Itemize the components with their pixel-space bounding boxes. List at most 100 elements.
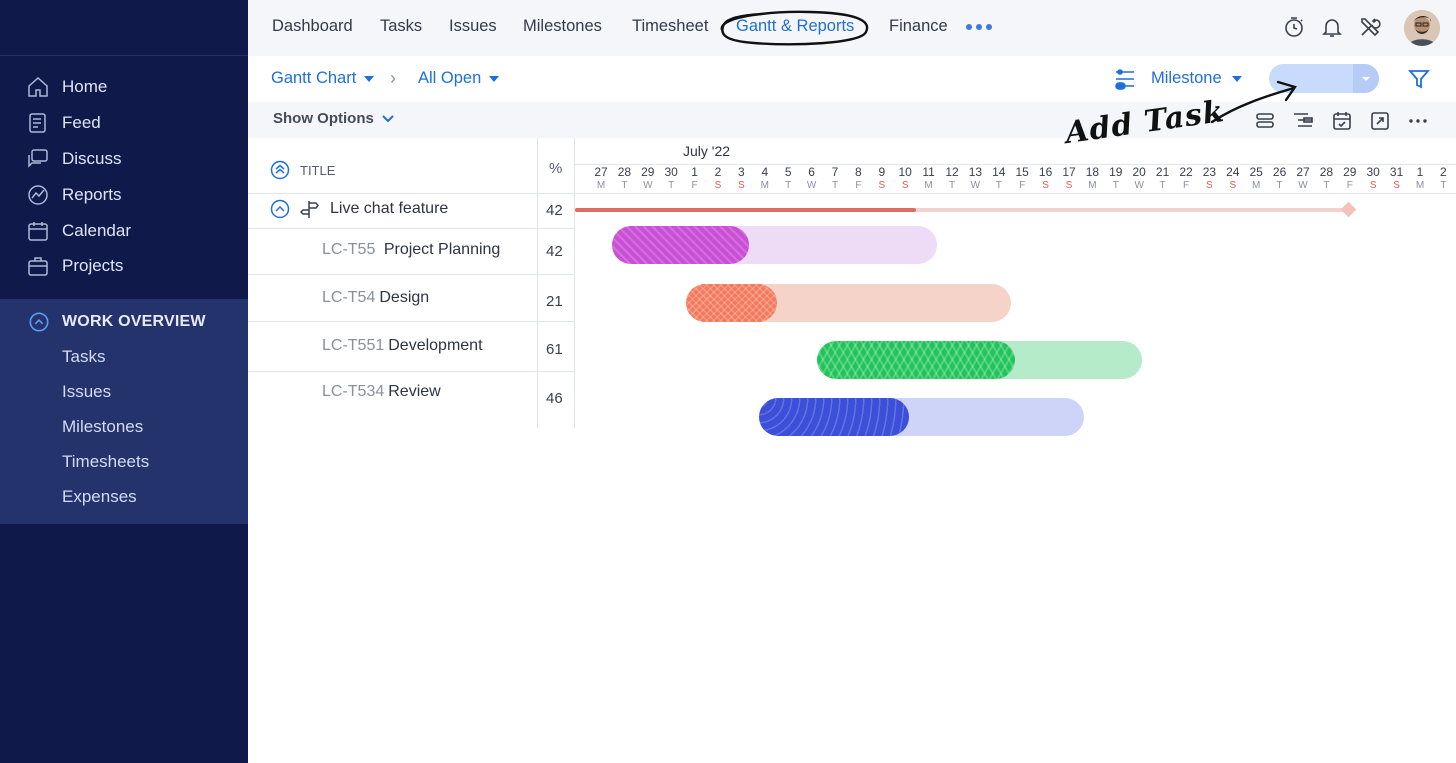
timeline-day-number: 19	[1109, 165, 1123, 179]
filter-icon[interactable]	[1408, 68, 1430, 90]
tools-icon[interactable]	[1358, 15, 1382, 39]
sidebar-item-projects[interactable]: Projects	[26, 254, 123, 278]
gantt-bar-progress	[686, 284, 777, 322]
sidebar-item-reports[interactable]: Reports	[26, 183, 122, 207]
timeline-day-number: 26	[1272, 165, 1287, 179]
timeline-day-number: 21	[1155, 165, 1170, 179]
timeline-weekday: T	[995, 180, 1002, 191]
timeline-weekday: M	[596, 180, 606, 191]
tab-tasks[interactable]: Tasks	[380, 17, 422, 36]
timeline-weekday: S	[1229, 180, 1237, 191]
tab-timesheet[interactable]: Timesheet	[632, 17, 708, 36]
add-task-dropdown[interactable]	[1353, 64, 1379, 93]
timeline-day-number: 28	[617, 165, 632, 179]
timeline-weekday: S	[738, 180, 745, 191]
sidebar-item-label: Discuss	[62, 149, 122, 168]
parent-title: Live chat feature	[330, 200, 449, 217]
timeline-day-number: 1	[1416, 165, 1424, 179]
gantt-bar-project-planning[interactable]	[612, 226, 937, 264]
timeline-day-number: 4	[761, 165, 769, 179]
chevron-down-icon	[1231, 75, 1242, 82]
table-row[interactable]: LC-T55 Project Planning	[322, 241, 500, 259]
tab-issues[interactable]: Issues	[449, 17, 497, 36]
sidebar-item-calendar[interactable]: Calendar	[26, 219, 131, 243]
tab-milestones[interactable]: Milestones	[523, 17, 602, 36]
sidebar-item-label: Reports	[62, 185, 122, 204]
work-item-tasks[interactable]: Tasks	[62, 347, 105, 367]
add-task-button[interactable]	[1269, 64, 1379, 93]
timeline-weekday: M	[760, 180, 769, 191]
timeline-day-number: 30	[664, 165, 678, 179]
task-percent: 46	[546, 390, 563, 407]
view-selector[interactable]: Gantt Chart	[271, 69, 375, 88]
timeline-day-number: 8	[855, 165, 862, 179]
timeline-day-number: 13	[968, 165, 983, 179]
timeline-day-number: 2	[714, 165, 722, 179]
table-row[interactable]: LC-T551 Development	[322, 337, 483, 355]
filter-view-label: All Open	[418, 69, 482, 87]
show-options-button[interactable]: Show Options	[273, 110, 394, 127]
timer-icon[interactable]	[1282, 15, 1306, 39]
more-options-icon[interactable]	[1407, 110, 1429, 132]
sidebar-item-label: Feed	[62, 113, 101, 132]
sidebar-item-feed[interactable]: Feed	[26, 111, 101, 135]
gantt-bar-progress	[612, 226, 749, 264]
top-navigation: Dashboard Tasks Issues Milestones Timesh…	[248, 0, 1456, 56]
timeline-day-number: 18	[1085, 165, 1100, 179]
milestone-toggle-icon[interactable]	[1114, 68, 1136, 90]
task-name: Review	[388, 383, 441, 400]
timeline-day-number: 1	[691, 165, 698, 179]
timeline-day-number: 17	[1062, 165, 1076, 179]
work-item-milestones[interactable]: Milestones	[62, 417, 143, 437]
gantt-bar-development[interactable]	[817, 341, 1142, 379]
timeline-month-label: July '22	[683, 143, 731, 159]
work-item-timesheets[interactable]: Timesheets	[62, 452, 149, 472]
group-by-selector[interactable]: Milestone	[1151, 69, 1242, 88]
timeline-weekday: W	[1298, 180, 1308, 191]
table-row[interactable]: LC-T54 Design	[322, 289, 429, 307]
gantt-bar-progress	[817, 341, 1015, 379]
parent-row[interactable]: Live chat feature	[270, 199, 448, 219]
title-column-header[interactable]: TITLE	[270, 160, 335, 180]
collapse-rows-icon[interactable]	[1254, 110, 1276, 132]
parent-bar-progress	[575, 208, 916, 212]
more-tabs-button[interactable]	[966, 24, 992, 30]
collapse-row-icon[interactable]	[270, 199, 290, 219]
sidebar-item-label: Projects	[62, 256, 124, 275]
milestone-diamond-icon[interactable]	[1340, 201, 1357, 218]
timeline-day-number: 23	[1202, 165, 1217, 179]
sidebar-item-home[interactable]: Home	[26, 75, 107, 99]
timeline-weekday: S	[1369, 180, 1377, 191]
gantt-bar-review[interactable]	[759, 398, 1084, 436]
table-row[interactable]: LC-T534 Review	[322, 383, 441, 401]
tab-finance[interactable]: Finance	[889, 17, 948, 36]
timeline-weekday: F	[691, 180, 698, 191]
bell-icon[interactable]	[1320, 15, 1344, 39]
task-id: LC-T54	[322, 289, 376, 306]
timeline-weekday: S	[1042, 180, 1049, 191]
timeline-weekday: S	[1206, 180, 1213, 191]
task-name: Development	[388, 337, 483, 354]
expand-icon[interactable]	[1369, 110, 1391, 132]
row-divider	[248, 321, 575, 322]
calendar-today-icon[interactable]	[1331, 110, 1353, 132]
timeline-day-number: 14	[992, 165, 1006, 179]
collapse-all-icon[interactable]	[270, 160, 290, 180]
timeline-weekday: T	[831, 180, 839, 191]
work-item-expenses[interactable]: Expenses	[62, 487, 137, 507]
indent-icon[interactable]	[1292, 110, 1314, 132]
column-divider	[537, 138, 538, 428]
task-percent: 21	[546, 293, 563, 310]
user-avatar[interactable]	[1404, 10, 1440, 46]
row-divider	[248, 228, 575, 229]
tab-dashboard[interactable]: Dashboard	[272, 17, 353, 36]
work-overview-header[interactable]: WORK OVERVIEW	[28, 311, 206, 333]
gantt-bar-design[interactable]	[686, 284, 1011, 322]
sidebar-item-discuss[interactable]: Discuss	[26, 147, 122, 171]
view-selector-label: Gantt Chart	[271, 69, 357, 87]
filter-view-selector[interactable]: All Open	[418, 69, 500, 88]
work-item-issues[interactable]: Issues	[62, 382, 111, 402]
task-id: LC-T551	[322, 337, 385, 354]
timeline-weekday: T	[1112, 180, 1119, 191]
timeline-weekday: W	[1134, 180, 1144, 191]
